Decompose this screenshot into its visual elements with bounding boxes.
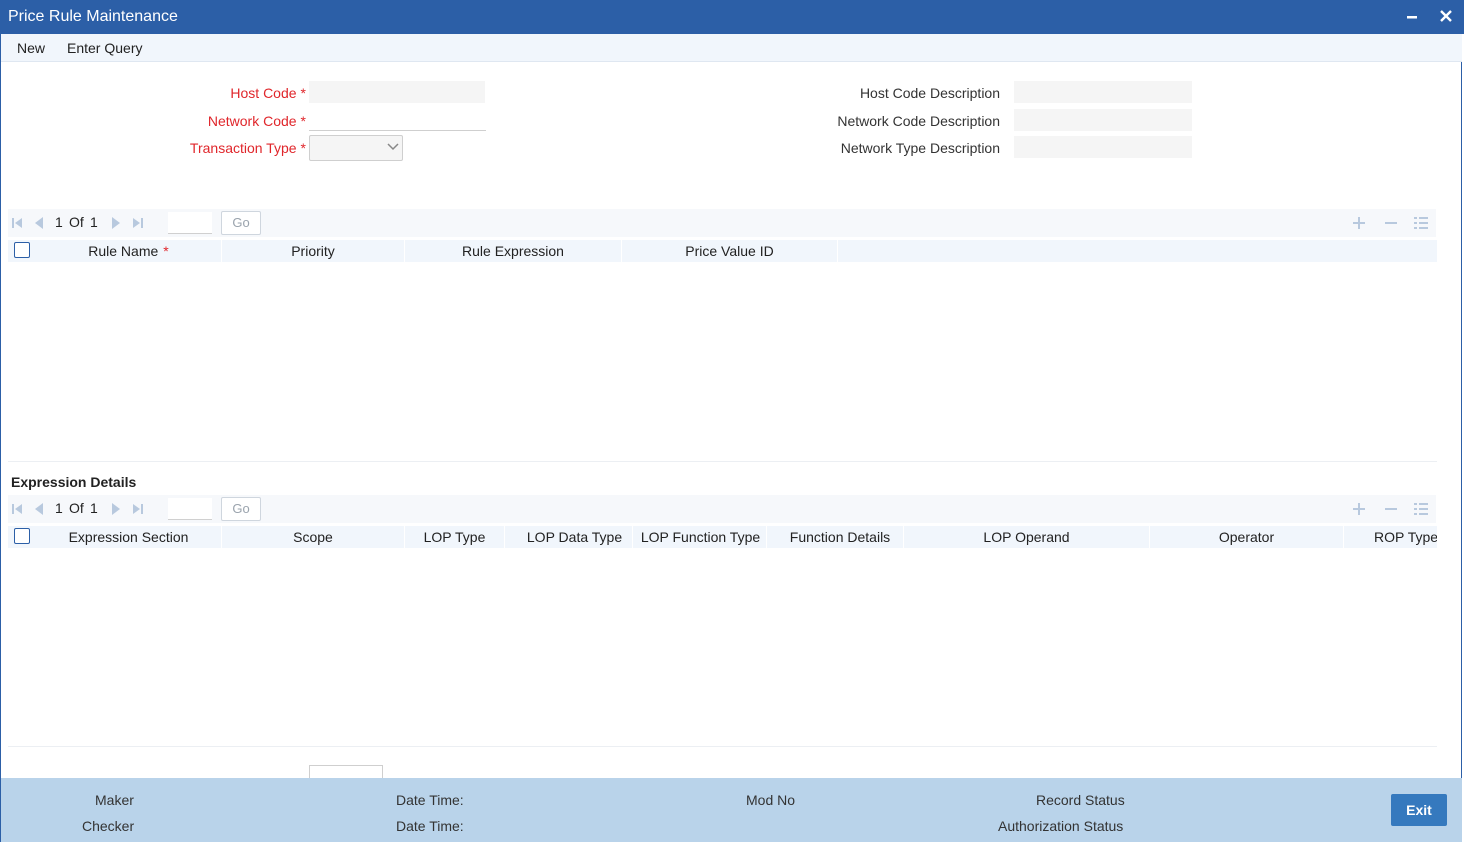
network-type-description-field[interactable] — [1014, 136, 1192, 158]
single-view-icon[interactable] — [1413, 501, 1429, 517]
delete-row-icon[interactable] — [1383, 215, 1399, 231]
checker-label: Checker — [82, 818, 135, 834]
new-button[interactable]: New — [17, 40, 45, 56]
column-header[interactable]: LOP Operand — [904, 526, 1150, 548]
column-header[interactable]: Rule Expression — [405, 240, 622, 262]
page-number-input[interactable] — [168, 498, 212, 520]
enter-query-button[interactable]: Enter Query — [67, 40, 142, 56]
host-code-label: Host Code * — [230, 85, 306, 101]
expression-grid-body — [8, 548, 1437, 747]
column-header[interactable]: LOP Type — [405, 526, 505, 548]
record-status-label: Record Status — [1036, 792, 1125, 808]
column-header[interactable]: LOP Function Type — [635, 526, 767, 548]
maker-date-time-label: Date Time: — [396, 792, 464, 808]
next-page-icon[interactable] — [109, 502, 123, 516]
audit-tab-button[interactable] — [309, 765, 383, 778]
rules-grid-body — [8, 262, 1437, 462]
previous-page-icon[interactable] — [32, 502, 46, 516]
toolbar: New Enter Query — [1, 34, 1462, 62]
network-code-description-label: Network Code Description — [837, 113, 1000, 129]
last-page-icon[interactable] — [131, 502, 145, 516]
column-header[interactable]: Priority — [222, 240, 405, 262]
rules-pager: 1 Of 1 Go — [8, 209, 1436, 237]
delete-row-icon[interactable] — [1383, 501, 1399, 517]
expression-details-title: Expression Details — [11, 474, 137, 490]
current-page: 1 — [55, 500, 63, 516]
network-code-field[interactable] — [309, 109, 486, 131]
host-code-description-field[interactable] — [1014, 81, 1192, 103]
network-code-description-field[interactable] — [1014, 109, 1192, 131]
select-all-checkbox[interactable] — [14, 528, 30, 544]
audit-footer: Maker Checker Date Time: Date Time: Mod … — [1, 778, 1462, 842]
column-header[interactable]: Price Value ID — [622, 240, 838, 262]
next-page-icon[interactable] — [109, 216, 123, 230]
first-page-icon[interactable] — [10, 502, 24, 516]
single-view-icon[interactable] — [1413, 215, 1429, 231]
window-title: Price Rule Maintenance — [8, 8, 178, 25]
transaction-type-select[interactable] — [309, 135, 403, 161]
host-code-field[interactable] — [309, 81, 485, 103]
chevron-down-icon — [386, 139, 399, 151]
column-header[interactable]: Expression Section — [36, 526, 222, 548]
expression-grid-header: Expression Section Scope LOP Type LOP Da… — [8, 526, 1437, 548]
column-header[interactable]: ROP Type — [1344, 526, 1437, 548]
go-button[interactable]: Go — [221, 497, 261, 521]
checker-date-time-label: Date Time: — [396, 818, 464, 834]
maker-label: Maker — [95, 792, 134, 808]
host-code-description-label: Host Code Description — [859, 85, 1000, 101]
current-page: 1 — [55, 214, 63, 230]
column-header[interactable]: Operator — [1150, 526, 1344, 548]
add-row-icon[interactable] — [1351, 501, 1367, 517]
last-page-icon[interactable] — [131, 216, 145, 230]
exit-button[interactable]: Exit — [1391, 794, 1447, 826]
total-pages: 1 — [90, 500, 98, 516]
close-icon[interactable] — [1434, 4, 1458, 28]
authorization-status-label: Authorization Status — [998, 818, 1124, 834]
rules-grid-header: Rule Name * Priority Rule Expression Pric… — [8, 240, 1437, 262]
page-of-label: Of — [69, 500, 84, 516]
select-all-checkbox[interactable] — [14, 242, 30, 258]
first-page-icon[interactable] — [10, 216, 24, 230]
mod-no-label: Mod No — [746, 792, 796, 808]
column-header[interactable]: Function Details — [777, 526, 904, 548]
add-row-icon[interactable] — [1351, 215, 1367, 231]
minimize-icon[interactable] — [1400, 4, 1424, 28]
total-pages: 1 — [90, 214, 98, 230]
page-number-input[interactable] — [168, 212, 212, 234]
title-bar: Price Rule Maintenance — [0, 0, 1464, 34]
network-code-label: Network Code * — [207, 113, 306, 129]
column-header[interactable]: Rule Name * — [36, 240, 222, 262]
column-header[interactable]: Scope — [222, 526, 405, 548]
column-header[interactable]: LOP Data Type — [517, 526, 633, 548]
go-button[interactable]: Go — [221, 211, 261, 235]
transaction-type-label: Transaction Type * — [189, 140, 306, 156]
expression-pager: 1 Of 1 Go — [8, 495, 1436, 523]
previous-page-icon[interactable] — [32, 216, 46, 230]
page-of-label: Of — [69, 214, 84, 230]
network-type-description-label: Network Type Description — [840, 140, 1000, 156]
